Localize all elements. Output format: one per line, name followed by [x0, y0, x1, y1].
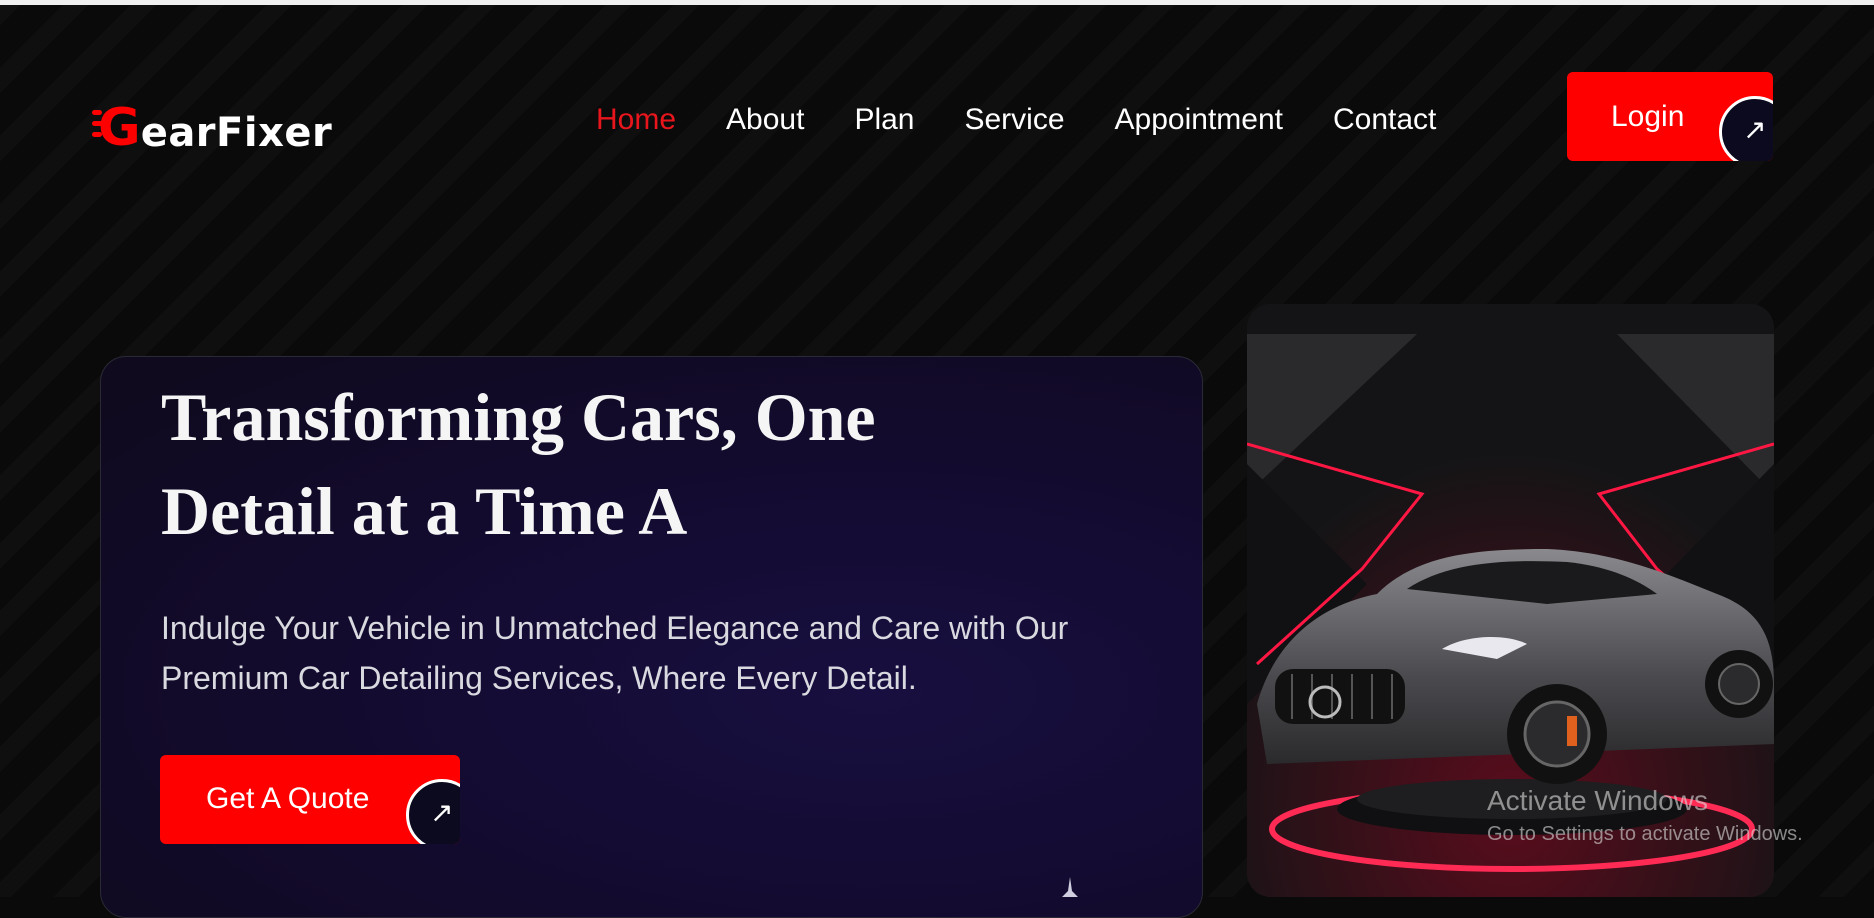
watermark-title: Activate Windows: [1487, 785, 1708, 816]
nav-item-about[interactable]: About: [726, 103, 804, 137]
hero-subtitle-line2: Premium Car Detailing Services, Where Ev…: [161, 660, 917, 696]
browser-top-edge: [0, 0, 1874, 5]
hero-title: Transforming Cars, One Detail at a Time …: [161, 370, 1061, 558]
nav-item-home[interactable]: Home: [596, 103, 676, 137]
nav-item-appointment[interactable]: Appointment: [1115, 103, 1283, 137]
nav-item-service[interactable]: Service: [964, 103, 1064, 137]
login-label: Login: [1611, 100, 1685, 133]
sparkle-icon: [1062, 877, 1078, 897]
hero-subtitle: Indulge Your Vehicle in Unmatched Elegan…: [161, 603, 1111, 703]
brand-logo[interactable]: G earFixer: [92, 100, 333, 156]
logo-text: earFixer: [140, 110, 333, 156]
get-quote-label: Get A Quote: [206, 782, 370, 815]
arrow-up-right-icon: ↗: [430, 796, 454, 829]
main-nav: Home About Plan Service Appointment Cont…: [596, 103, 1436, 137]
hero-title-line1: Transforming Cars, One: [161, 379, 876, 455]
logo-initial: G: [92, 102, 141, 154]
windows-activation-watermark: Activate Windows Go to Settings to activ…: [1487, 785, 1803, 846]
arrow-up-right-icon: ↗: [1743, 113, 1767, 146]
watermark-subtitle: Go to Settings to activate Windows.: [1487, 823, 1803, 845]
nav-item-plan[interactable]: Plan: [854, 103, 914, 137]
hero-subtitle-line1: Indulge Your Vehicle in Unmatched Elegan…: [161, 610, 1069, 646]
hero-title-line2: Detail at a Time A: [161, 473, 688, 549]
nav-item-contact[interactable]: Contact: [1333, 103, 1436, 137]
get-quote-button[interactable]: Get A Quote ↗: [160, 755, 460, 844]
login-button[interactable]: Login ↗: [1567, 72, 1773, 161]
speed-lines-icon: [92, 110, 114, 143]
